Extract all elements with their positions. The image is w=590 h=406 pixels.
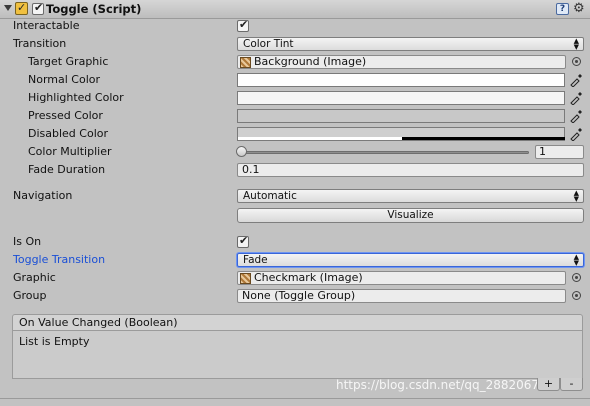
script-icon (15, 1, 28, 15)
normal-color-swatch[interactable] (237, 73, 565, 87)
eyedropper-icon[interactable] (569, 127, 583, 141)
graphic-label: Graphic (13, 271, 56, 284)
group-field[interactable]: None (Toggle Group) (237, 289, 566, 303)
group-label: Group (13, 289, 47, 302)
graphic-value: Checkmark (Image) (254, 271, 363, 284)
alpha-black-bar (402, 137, 565, 140)
target-graphic-field[interactable]: Background (Image) (237, 55, 566, 69)
component-title: Toggle (Script) (46, 2, 142, 16)
transition-dropdown[interactable]: Color Tint ▲ ▼ (237, 37, 584, 51)
add-event-button[interactable]: + (537, 378, 560, 391)
color-multiplier-label: Color Multiplier (28, 145, 112, 158)
navigation-value: Automatic (243, 190, 297, 202)
is-on-checkbox[interactable] (237, 234, 249, 248)
gear-icon[interactable]: ⚙ (573, 1, 585, 16)
normal-color-label: Normal Color (28, 73, 101, 86)
help-icon[interactable]: ? (556, 3, 569, 15)
object-picker-icon[interactable] (572, 273, 581, 282)
watermark: https://blog.csdn.net/qq_28820675 (336, 378, 547, 392)
eyedropper-icon[interactable] (569, 73, 583, 87)
interactable-checkbox[interactable] (237, 18, 249, 32)
on-value-changed-header: On Value Changed (Boolean) (12, 314, 583, 331)
eyedropper-icon[interactable] (569, 91, 583, 105)
eyedropper-icon[interactable] (569, 109, 583, 123)
fade-duration-field[interactable]: 0.1 (237, 163, 584, 177)
toggle-transition-dropdown[interactable]: Fade ▲ ▼ (237, 253, 584, 267)
color-multiplier-slider-thumb[interactable] (236, 146, 247, 157)
remove-event-button[interactable]: - (560, 378, 583, 391)
interactable-label: Interactable (13, 19, 80, 32)
alpha-white-bar (238, 137, 402, 140)
disabled-color-swatch[interactable] (237, 127, 565, 141)
dropdown-arrows-icon: ▲ ▼ (573, 253, 579, 267)
dropdown-arrows-icon: ▲ ▼ (573, 37, 579, 51)
object-picker-icon[interactable] (572, 291, 581, 300)
toggle-transition-label: Toggle Transition (13, 253, 106, 266)
empty-list-text: List is Empty (19, 335, 90, 348)
transition-value: Color Tint (243, 38, 294, 50)
visualize-button[interactable]: Visualize (237, 208, 584, 223)
is-on-label: Is On (13, 235, 42, 248)
component-enabled-checkbox[interactable] (32, 1, 44, 15)
foldout-arrow-icon[interactable] (4, 5, 12, 11)
bottom-divider (0, 398, 590, 399)
target-graphic-value: Background (Image) (254, 55, 367, 68)
object-picker-icon[interactable] (572, 57, 581, 66)
pressed-color-label: Pressed Color (28, 109, 103, 122)
image-object-icon (240, 57, 251, 68)
highlighted-color-swatch[interactable] (237, 91, 565, 105)
dropdown-arrows-icon: ▲ ▼ (573, 189, 579, 203)
pressed-color-swatch[interactable] (237, 109, 565, 123)
on-value-changed-list: List is Empty (12, 331, 583, 379)
fade-duration-label: Fade Duration (28, 163, 106, 176)
color-multiplier-value[interactable]: 1 (535, 145, 584, 159)
toggle-transition-value: Fade (243, 254, 268, 266)
highlighted-color-label: Highlighted Color (28, 91, 124, 104)
color-multiplier-slider-track[interactable] (241, 151, 529, 154)
image-object-icon (240, 273, 251, 284)
navigation-label: Navigation (13, 189, 73, 202)
graphic-field[interactable]: Checkmark (Image) (237, 271, 566, 285)
transition-label: Transition (13, 37, 67, 50)
navigation-dropdown[interactable]: Automatic ▲ ▼ (237, 189, 584, 203)
disabled-color-label: Disabled Color (28, 127, 109, 140)
target-graphic-label: Target Graphic (28, 55, 109, 68)
